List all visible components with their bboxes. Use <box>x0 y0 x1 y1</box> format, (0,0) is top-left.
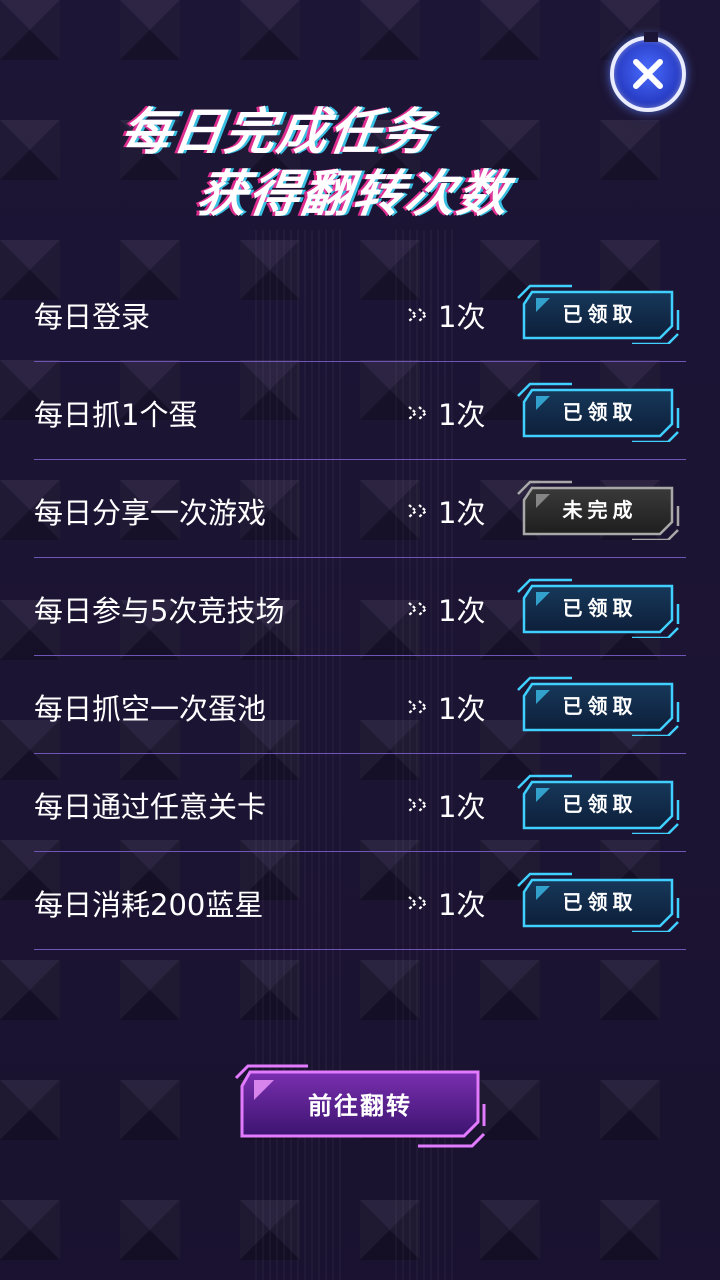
incomplete-status-button[interactable]: 未完成 <box>512 480 684 540</box>
reward-count: 1次 <box>438 790 486 824</box>
page-title: 每日完成任务 获得翻转次数 <box>0 92 720 223</box>
claimed-status-button[interactable]: 已领取 <box>512 284 684 344</box>
task-reward: 1次 <box>406 588 485 630</box>
status-label: 已领取 <box>562 792 638 816</box>
go-button-label: 前往翻转 <box>308 1092 412 1120</box>
claimed-status-button[interactable]: 已领取 <box>512 382 684 442</box>
task-name: 每日登录 <box>34 300 151 334</box>
task-name: 每日通过任意关卡 <box>34 790 267 824</box>
claimed-status-button[interactable]: 已领取 <box>512 578 684 638</box>
title-line-2: 获得翻转次数 <box>193 165 514 223</box>
reward-count: 1次 <box>438 398 486 432</box>
reward-count: 1次 <box>438 496 486 530</box>
double-chevron-icon <box>408 504 428 518</box>
task-name: 每日抓1个蛋 <box>34 398 198 432</box>
go-flip-button[interactable]: 前往翻转 <box>228 1064 492 1148</box>
double-chevron-icon <box>408 406 428 420</box>
task-reward: 1次 <box>406 490 485 532</box>
double-chevron-icon <box>408 896 428 910</box>
claimed-status-button[interactable]: 已领取 <box>512 774 684 834</box>
task-row: 每日参与5次竞技场 1次 已领取 <box>34 558 686 656</box>
task-reward: 1次 <box>406 294 485 336</box>
claimed-status-button[interactable]: 已领取 <box>512 872 684 932</box>
task-row: 每日通过任意关卡 1次 已领取 <box>34 754 686 852</box>
status-label: 未完成 <box>562 498 638 522</box>
task-reward: 1次 <box>406 784 485 826</box>
claimed-status-button[interactable]: 已领取 <box>512 676 684 736</box>
close-x-icon <box>633 59 663 89</box>
status-label: 已领取 <box>562 302 638 326</box>
status-label: 已领取 <box>562 694 638 718</box>
task-reward: 1次 <box>406 392 485 434</box>
task-list: 每日登录 1次 已领取 每日抓1个蛋 1次 已领取 每日分享一次游戏 1次 未完… <box>34 264 686 950</box>
task-name: 每日消耗200蓝星 <box>34 888 264 922</box>
reward-count: 1次 <box>438 888 486 922</box>
status-label: 已领取 <box>562 400 638 424</box>
status-label: 已领取 <box>562 596 638 620</box>
task-row: 每日登录 1次 已领取 <box>34 264 686 362</box>
double-chevron-icon <box>408 308 428 322</box>
double-chevron-icon <box>408 798 428 812</box>
reward-count: 1次 <box>438 692 486 726</box>
reward-count: 1次 <box>438 300 486 334</box>
task-reward: 1次 <box>406 882 485 924</box>
task-screen: 每日完成任务 获得翻转次数 每日登录 1次 已领取 每日抓1个蛋 1次 已领取 … <box>0 0 720 1280</box>
task-row: 每日分享一次游戏 1次 未完成 <box>34 460 686 558</box>
double-chevron-icon <box>408 700 428 714</box>
task-name: 每日抓空一次蛋池 <box>34 692 267 726</box>
task-name: 每日参与5次竞技场 <box>34 594 285 628</box>
task-name: 每日分享一次游戏 <box>34 496 267 530</box>
task-row: 每日消耗200蓝星 1次 已领取 <box>34 852 686 950</box>
double-chevron-icon <box>408 602 428 616</box>
task-row: 每日抓空一次蛋池 1次 已领取 <box>34 656 686 754</box>
reward-count: 1次 <box>438 594 486 628</box>
task-reward: 1次 <box>406 686 485 728</box>
task-row: 每日抓1个蛋 1次 已领取 <box>34 362 686 460</box>
status-label: 已领取 <box>562 890 638 914</box>
